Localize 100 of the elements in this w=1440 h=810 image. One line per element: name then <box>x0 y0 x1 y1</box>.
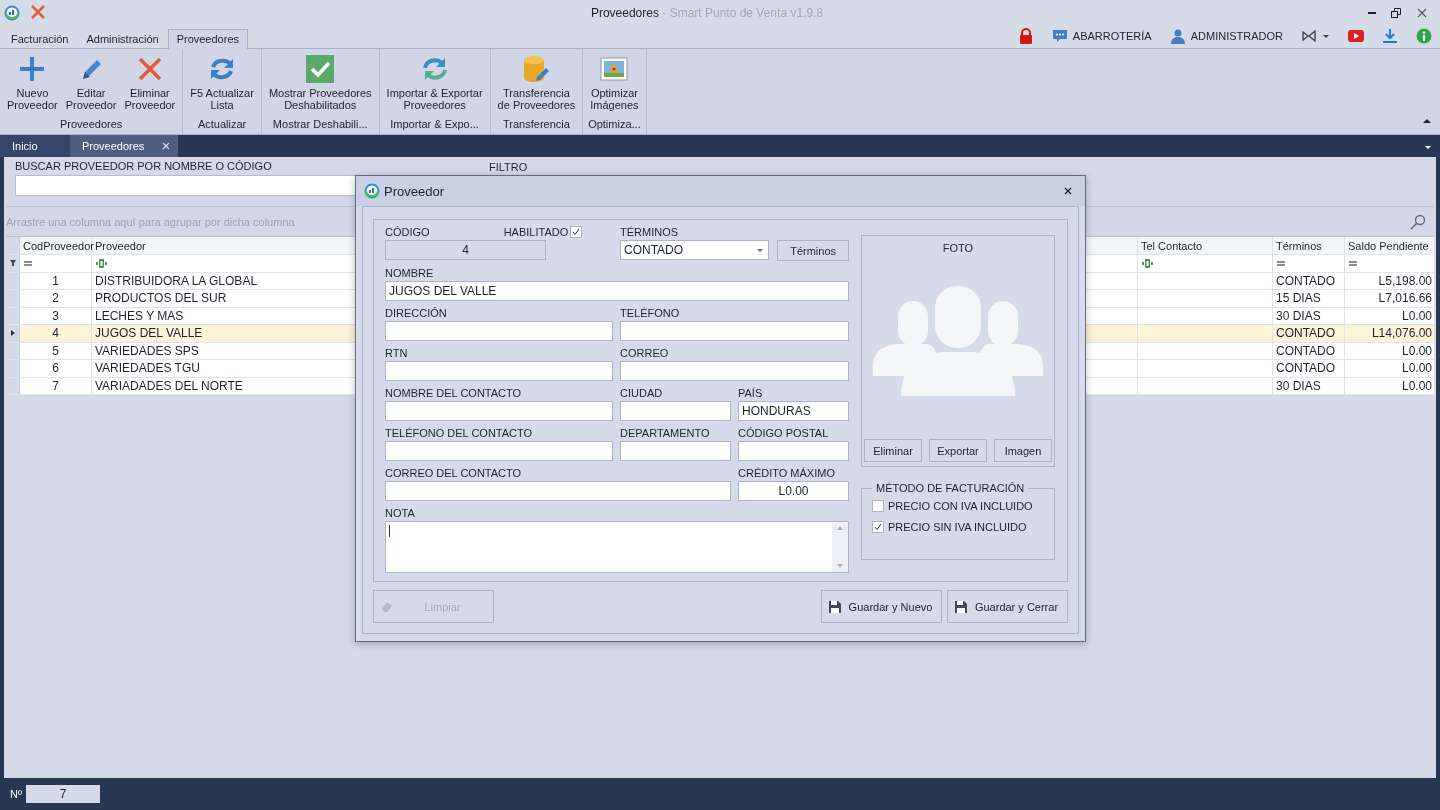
image-icon <box>599 54 630 84</box>
equals-icon <box>23 258 33 269</box>
table-cell: 4 <box>20 325 92 343</box>
download-icon <box>1382 28 1398 44</box>
table-cell: 30 DIAS <box>1273 377 1345 395</box>
text-field[interactable] <box>385 481 731 501</box>
text-field[interactable] <box>385 321 613 341</box>
checkbox[interactable] <box>570 226 583 238</box>
user-icon <box>1169 28 1186 44</box>
equals-icon <box>1348 258 1358 269</box>
footer-button[interactable]: Guardar y Nuevo <box>821 590 942 623</box>
ribbon-group-label: Transferencia <box>503 117 570 132</box>
note-field[interactable] <box>385 521 849 573</box>
play-button-icon <box>1348 28 1364 44</box>
text-field[interactable] <box>620 321 849 341</box>
text-field[interactable]: HONDURAS <box>738 401 849 421</box>
footer-button[interactable]: Guardar y Cerrar <box>947 590 1068 623</box>
restore-icon <box>1390 7 1402 19</box>
terms-dropdown[interactable]: CONTADO <box>620 240 770 260</box>
menu-tab[interactable]: Proveedores <box>167 29 248 49</box>
filter-label: FILTRO <box>489 161 528 173</box>
eraser-icon <box>380 599 394 614</box>
field-label: CÓDIGO POSTAL <box>738 427 830 439</box>
text-field[interactable] <box>738 441 849 461</box>
ribbon-button[interactable]: Importar & Exportar Proveedores <box>382 52 487 115</box>
dialog-title: Proveedor <box>384 183 445 199</box>
table-cell: L0.00 <box>1345 360 1436 378</box>
ribbon-group-label: Proveedores <box>59 117 123 132</box>
photo-button[interactable]: Exportar <box>929 439 987 462</box>
close-icon <box>1063 186 1073 196</box>
ribbon-button[interactable]: Mostrar Proveedores Deshabilitados <box>264 52 376 115</box>
store-name[interactable]: ABARROTERÍA <box>1072 30 1152 42</box>
ribbon-button[interactable]: F5 Actualizar Lista <box>186 52 258 115</box>
ribbon-button[interactable]: Eliminar Proveedor <box>120 52 180 115</box>
ribbon-button[interactable]: Transferencia de Proveedores <box>493 52 580 115</box>
field-label: CRÉDITO MÁXIMO <box>738 467 836 479</box>
checkbox[interactable] <box>872 500 884 512</box>
document-tab[interactable]: Inicio <box>0 135 70 157</box>
collapse-icon <box>1422 117 1432 125</box>
photo-button[interactable]: Eliminar <box>864 439 922 462</box>
text-field[interactable] <box>385 441 613 461</box>
table-cell: L14,076.00 <box>1345 325 1436 343</box>
menu-tab[interactable]: Facturación <box>2 29 78 49</box>
caret-icon <box>1322 32 1330 40</box>
app-logo-icon <box>364 183 380 199</box>
count-field: 7 <box>25 785 100 803</box>
field-label: TELÉFONO <box>620 307 681 319</box>
text-field[interactable] <box>620 361 849 381</box>
ribbon-button[interactable]: Optimizar Imágenes <box>586 52 643 115</box>
ribbon-button[interactable]: Nuevo Proveedor <box>3 52 62 115</box>
group-title: MÉTODO DE FACTURACIÓN <box>875 482 1026 494</box>
bowtie-icon <box>1301 28 1317 44</box>
document-tab[interactable]: Proveedores <box>70 135 179 157</box>
search-label: BUSCAR PROVEEDOR POR NOMBRE O CÓDIGO <box>15 160 273 172</box>
minimize-icon <box>1368 12 1376 14</box>
text-field[interactable]: L0.00 <box>738 481 849 501</box>
save-icon <box>954 599 968 614</box>
dropdown-icon <box>1424 144 1432 150</box>
ribbon-group-label: Mostrar Deshabili... <box>272 117 368 132</box>
field-label: RTN <box>385 347 409 359</box>
checkbox-label: PRECIO SIN IVA INCLUIDO <box>888 521 1027 533</box>
photo-button[interactable]: Imagen <box>994 439 1052 462</box>
checkbox-label: PRECIO CON IVA INCLUIDO <box>888 500 1033 512</box>
field-label: TÉRMINOS <box>620 226 680 238</box>
equals-icon <box>1276 258 1286 269</box>
text-field[interactable] <box>620 401 731 421</box>
user-name[interactable]: ADMINISTRADOR <box>1190 30 1283 42</box>
cross-icon <box>30 3 46 20</box>
row-indicator[interactable] <box>6 325 20 343</box>
text-field[interactable] <box>620 441 731 461</box>
table-cell: 6 <box>20 360 92 378</box>
ribbon-button[interactable]: Editar Proveedor <box>61 52 121 115</box>
field-label: CÓDIGO <box>385 226 430 238</box>
text-field[interactable] <box>385 361 613 381</box>
ribbon-group-label: Optimiza... <box>588 117 641 132</box>
ribbon-group-label: Actualizar <box>197 117 247 132</box>
chat-icon <box>1051 28 1068 44</box>
menu-tab[interactable]: Administración <box>77 29 168 49</box>
field-label: DEPARTAMENTO <box>620 427 711 439</box>
scrollbar[interactable] <box>832 522 848 572</box>
people-placeholder-icon <box>873 286 1043 396</box>
terms-button[interactable]: Términos <box>777 240 849 261</box>
app-logo-icon <box>4 5 20 21</box>
close-icon <box>1416 7 1428 19</box>
checkmark-icon <box>305 54 336 84</box>
text-field[interactable] <box>385 401 613 421</box>
table-cell: 15 DIAS <box>1273 290 1345 308</box>
photo-label: FOTO <box>942 242 974 254</box>
text-field[interactable]: JUGOS DEL VALLE <box>385 281 849 301</box>
count-label: Nº <box>10 788 22 800</box>
code-field: 4 <box>385 240 546 260</box>
row-pointer-icon <box>8 329 17 338</box>
close-icon[interactable] <box>162 142 171 150</box>
table-cell: L7,016.66 <box>1345 290 1436 308</box>
checkbox-label: HABILITADO <box>503 226 569 238</box>
field-label: CORREO DEL CONTACTO <box>385 467 523 479</box>
field-label: DIRECCIÓN <box>385 307 448 319</box>
checkbox[interactable] <box>872 521 884 533</box>
window-title: Proveedores <box>590 6 659 20</box>
table-cell: 7 <box>20 377 92 395</box>
